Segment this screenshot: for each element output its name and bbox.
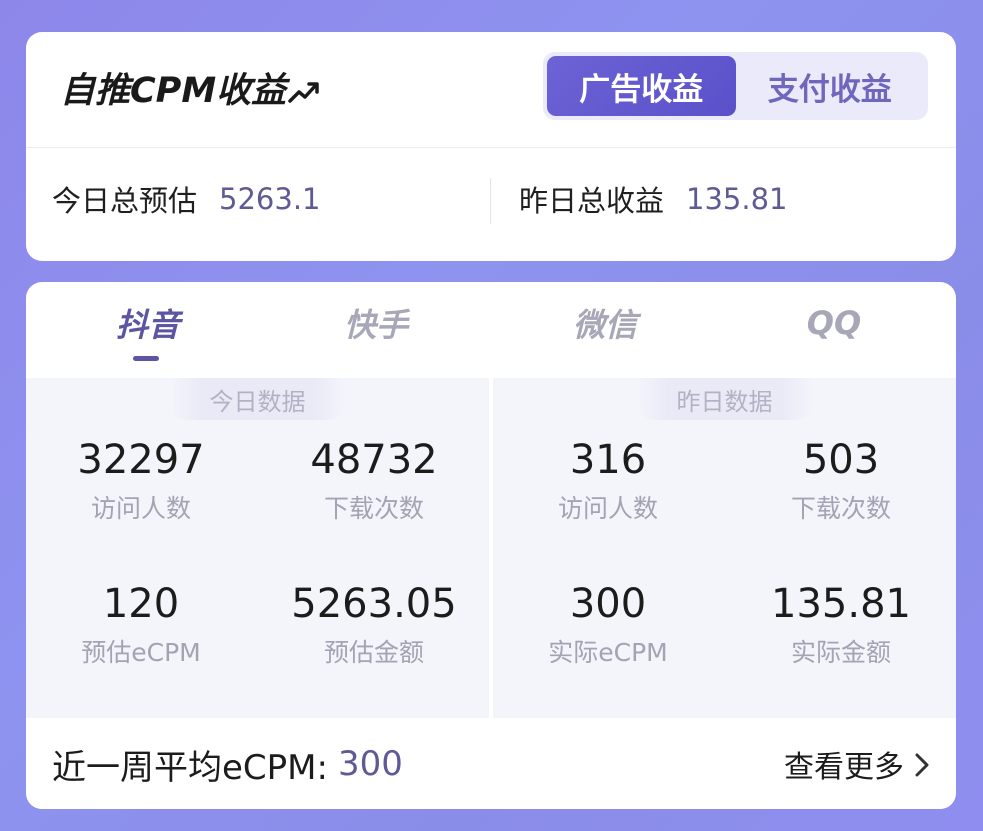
today-visitors: 32297 访问人数: [26, 436, 256, 524]
today-estimated-ecpm: 120 预估eCPM: [26, 580, 256, 668]
metric-label: 预估金额: [323, 638, 424, 667]
today-data-panel: 今日数据 32297 访问人数 48732 下载次数 120 预估eCPM 52…: [26, 378, 489, 718]
tab-kuaishou[interactable]: 快手: [326, 300, 426, 346]
weekly-average-label: 近一周平均eCPM:: [52, 747, 328, 788]
platform-tabs: 抖音 快手 微信 QQ: [26, 282, 956, 378]
tab-douyin[interactable]: 抖音: [96, 300, 200, 346]
active-tab-indicator: [133, 356, 159, 361]
metric-value: 32297: [77, 437, 205, 483]
yesterday-total-value: 135.81: [686, 182, 788, 216]
yesterday-data-panel: 昨日数据 316 访问人数 503 下载次数 300 实际eCPM 135.81…: [493, 378, 956, 718]
metric-value: 135.81: [771, 581, 911, 627]
metric-label: 实际金额: [790, 638, 891, 667]
yesterday-total-revenue: 昨日总收益 135.81: [519, 176, 788, 222]
metric-value: 5263.05: [291, 581, 457, 627]
weekly-average-ecpm: 近一周平均eCPM: 300: [52, 742, 403, 788]
revenue-summary-card: 自推CPM收益 广告收益 支付收益 今日总预估 5263.1 昨日总收益 135…: [26, 32, 956, 261]
payment-revenue-tab[interactable]: 支付收益: [736, 56, 925, 116]
metric-value: 316: [569, 437, 647, 483]
page-title-text: 自推CPM收益: [60, 70, 287, 111]
metric-value: 48732: [310, 437, 438, 483]
yesterday-visitors: 316 访问人数: [493, 436, 723, 524]
yesterday-total-label: 昨日总收益: [519, 184, 665, 218]
today-estimated-amount: 5263.05 预估金额: [259, 580, 489, 668]
today-total-label: 今日总预估: [52, 184, 198, 218]
ad-revenue-tab[interactable]: 广告收益: [547, 56, 736, 116]
chevron-right-icon: [914, 751, 930, 777]
view-more-label: 查看更多: [784, 750, 904, 785]
tab-wechat[interactable]: 微信: [553, 300, 657, 346]
today-total-estimate: 今日总预估 5263.1: [52, 176, 321, 222]
revenue-type-toggle: 广告收益 支付收益: [543, 52, 928, 120]
metric-value: 503: [802, 437, 880, 483]
metric-value: 300: [569, 581, 647, 627]
today-total-value: 5263.1: [219, 182, 321, 216]
metric-label: 访问人数: [90, 494, 191, 523]
view-more-link[interactable]: 查看更多: [784, 744, 930, 785]
yesterday-actual-amount: 135.81 实际金额: [726, 580, 956, 668]
divider: [26, 147, 956, 148]
yesterday-downloads: 503 下载次数: [726, 436, 956, 524]
weekly-average-value: 300: [337, 744, 403, 784]
yesterday-actual-ecpm: 300 实际eCPM: [493, 580, 723, 668]
platform-data-card: 抖音 快手 微信 QQ 今日数据 32297 访问人数 48732 下载次数 1…: [26, 282, 956, 809]
trend-up-icon: [288, 74, 322, 103]
metric-label: 实际eCPM: [548, 638, 668, 667]
tab-qq[interactable]: QQ: [794, 300, 874, 346]
card-footer: 近一周平均eCPM: 300 查看更多: [26, 718, 956, 809]
metric-label: 下载次数: [323, 494, 424, 523]
divider: [490, 178, 491, 224]
metric-label: 预估eCPM: [81, 638, 201, 667]
yesterday-data-title: 昨日数据: [636, 378, 813, 420]
today-downloads: 48732 下载次数: [259, 436, 489, 524]
metric-value: 120: [102, 581, 180, 627]
page-title: 自推CPM收益: [60, 67, 322, 111]
metric-label: 访问人数: [557, 494, 658, 523]
metric-label: 下载次数: [790, 494, 891, 523]
today-data-title: 今日数据: [169, 378, 346, 420]
